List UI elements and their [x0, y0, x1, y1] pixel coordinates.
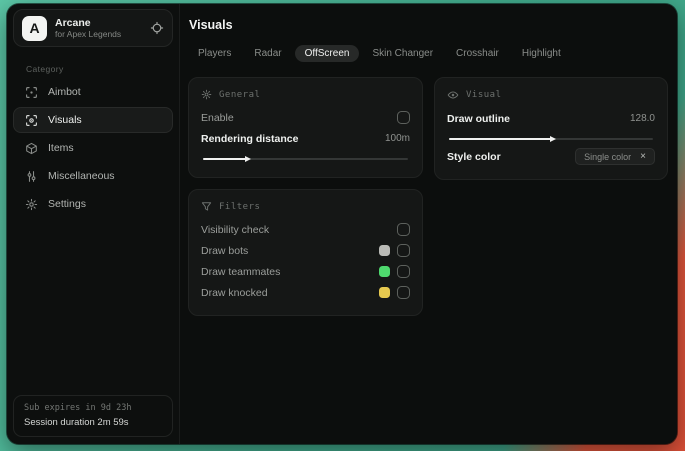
- sidebar-item-miscellaneous[interactable]: Miscellaneous: [13, 163, 173, 189]
- filter-row: Draw teammates: [201, 261, 410, 282]
- draw-teammates-color-swatch[interactable]: [379, 266, 390, 277]
- app-name: Arcane: [55, 16, 91, 29]
- sidebar-item-aimbot[interactable]: Aimbot: [13, 79, 173, 105]
- draw-knocked-color-swatch[interactable]: [379, 287, 390, 298]
- funnel-icon: [201, 201, 212, 212]
- panel-title: Filters: [219, 201, 261, 212]
- category-label: Category: [26, 64, 64, 74]
- sidebar-item-items[interactable]: Items: [13, 135, 173, 161]
- gear-icon: [25, 198, 38, 211]
- rendering-distance-label: Rendering distance: [201, 132, 299, 145]
- tab-players[interactable]: Players: [188, 45, 241, 62]
- sidebar-item-visuals[interactable]: Visuals: [13, 107, 173, 133]
- main-content: Visuals Players Radar OffScreen Skin Cha…: [180, 4, 677, 444]
- slider-fill: [449, 135, 556, 142]
- sub-expiry-text: Sub expires in 9d 23h: [24, 403, 132, 413]
- draw-knocked-label: Draw knocked: [201, 286, 268, 299]
- tab-offscreen[interactable]: OffScreen: [294, 45, 360, 62]
- draw-knocked-checkbox[interactable]: [397, 286, 410, 299]
- sliders-icon: [25, 170, 38, 183]
- visibility-check-checkbox[interactable]: [397, 223, 410, 236]
- crosshair-icon[interactable]: [150, 21, 164, 35]
- visual-panel: Visual Draw outline 128.0 Style color Si…: [434, 77, 668, 180]
- sidebar-item-label: Settings: [48, 198, 86, 210]
- filter-row: Visibility check: [201, 219, 410, 240]
- sidebar-item-label: Aimbot: [48, 86, 81, 98]
- panel-title: Visual: [466, 90, 502, 100]
- gear-icon: [201, 89, 212, 100]
- style-color-select[interactable]: Single color ×: [575, 148, 655, 165]
- slider-fill: [203, 155, 252, 162]
- eye-icon: [447, 89, 459, 101]
- sidebar-item-label: Items: [48, 142, 74, 154]
- app-logo: A: [22, 15, 47, 41]
- tab-crosshair[interactable]: Crosshair: [446, 45, 509, 62]
- cube-icon: [25, 142, 38, 155]
- general-panel: General Enable Rendering distance 100m: [188, 77, 423, 178]
- filters-panel: Filters Visibility check Draw bots Draw …: [188, 189, 423, 316]
- style-color-label: Style color: [447, 150, 501, 163]
- rendering-distance-slider[interactable]: [203, 155, 408, 162]
- sidebar-nav: Aimbot Visuals Items Miscellaneous Setti…: [13, 79, 173, 217]
- sidebar: A Arcane for Apex Legends Category Aimbo…: [7, 4, 180, 444]
- app-window: A Arcane for Apex Legends Category Aimbo…: [7, 4, 677, 444]
- draw-bots-checkbox[interactable]: [397, 244, 410, 257]
- filter-row: Draw bots: [201, 240, 410, 261]
- draw-bots-label: Draw bots: [201, 244, 249, 257]
- tab-skin-changer[interactable]: Skin Changer: [362, 45, 443, 62]
- scan-target-icon: [25, 86, 38, 99]
- filter-row: Draw knocked: [201, 282, 410, 303]
- tab-radar[interactable]: Radar: [244, 45, 291, 62]
- draw-outline-value: 128.0: [629, 113, 655, 124]
- draw-outline-label: Draw outline: [447, 112, 511, 125]
- draw-teammates-checkbox[interactable]: [397, 265, 410, 278]
- enable-checkbox[interactable]: [397, 111, 410, 124]
- tab-highlight[interactable]: Highlight: [512, 45, 571, 62]
- panel-title: General: [219, 89, 261, 100]
- visibility-check-label: Visibility check: [201, 223, 270, 236]
- tab-bar: Players Radar OffScreen Skin Changer Cro…: [188, 45, 668, 62]
- session-duration-text: Session duration 2m 59s: [24, 417, 129, 428]
- sidebar-item-label: Miscellaneous: [48, 170, 115, 182]
- style-color-selected-value: Single color: [584, 151, 632, 162]
- app-subtitle: for Apex Legends: [55, 28, 122, 39]
- close-icon[interactable]: ×: [640, 151, 646, 162]
- app-header-card: A Arcane for Apex Legends: [13, 9, 173, 47]
- draw-teammates-label: Draw teammates: [201, 265, 281, 278]
- subscription-status-card: Sub expires in 9d 23h Session duration 2…: [13, 395, 173, 437]
- draw-bots-color-swatch[interactable]: [379, 245, 390, 256]
- page-title: Visuals: [189, 18, 233, 32]
- rendering-distance-value: 100m: [384, 133, 410, 144]
- enable-label: Enable: [201, 111, 234, 124]
- sidebar-item-label: Visuals: [48, 114, 82, 126]
- draw-outline-slider[interactable]: [449, 135, 653, 142]
- eye-scan-icon: [25, 114, 38, 127]
- sidebar-item-settings[interactable]: Settings: [13, 191, 173, 217]
